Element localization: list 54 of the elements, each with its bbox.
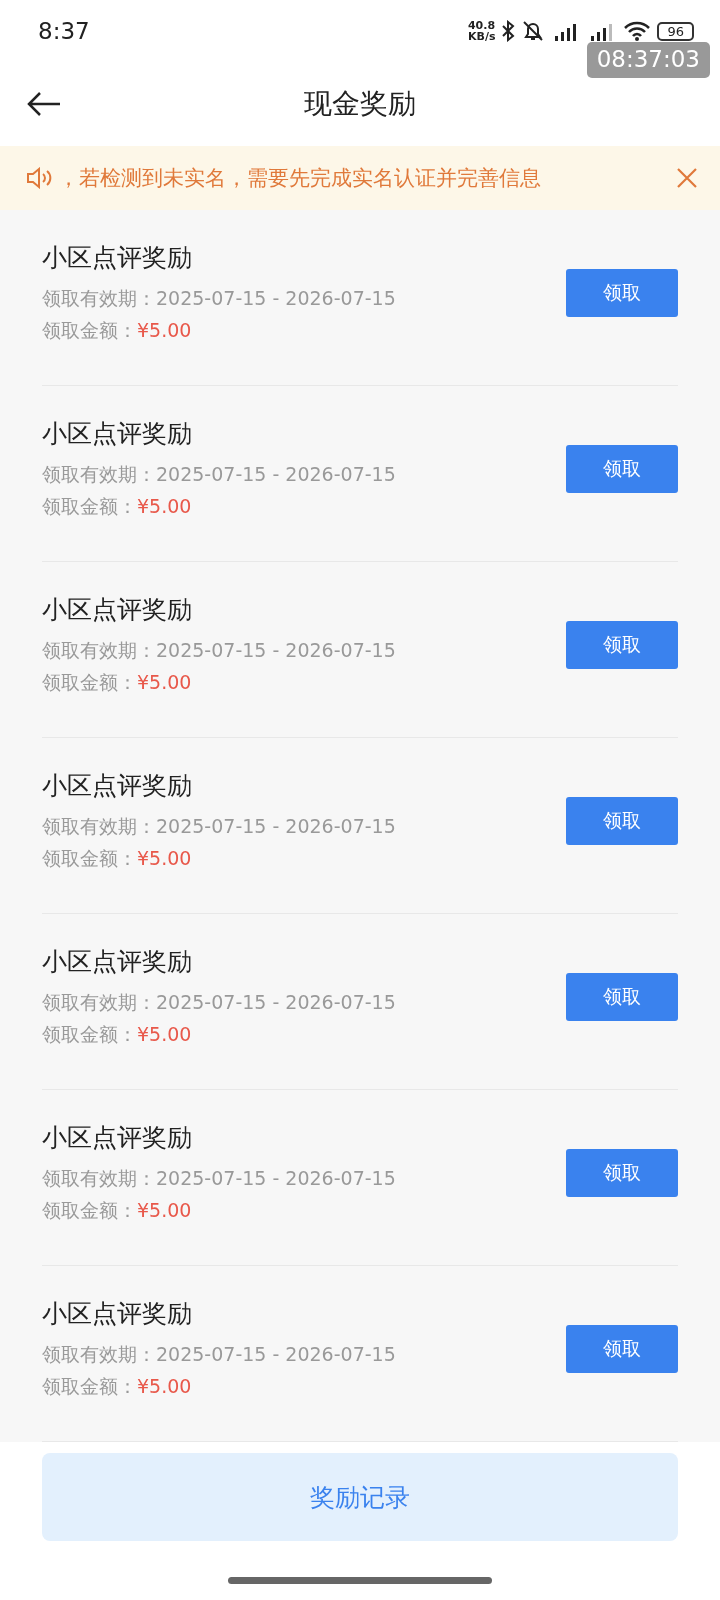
reward-title: 小区点评奖励 xyxy=(42,1122,193,1154)
claim-button[interactable]: 领取 xyxy=(566,620,678,669)
reward-title: 小区点评奖励 xyxy=(42,418,193,450)
validity-label: 领取有效期： xyxy=(42,991,156,1013)
battery-indicator: 96 xyxy=(657,21,694,41)
reward-amount: ¥5.00 xyxy=(137,495,192,517)
reward-amount: ¥5.00 xyxy=(137,1023,192,1045)
reward-amount: ¥5.00 xyxy=(137,847,192,869)
amount-label: 领取金额： xyxy=(42,1199,137,1221)
claim-button[interactable]: 领取 xyxy=(566,1324,678,1373)
recording-clock: 08:37:03 xyxy=(586,42,710,78)
reward-title: 小区点评奖励 xyxy=(42,770,193,802)
amount-label: 领取金额： xyxy=(42,495,137,517)
amount-label: 领取金额： xyxy=(42,319,137,341)
bluetooth-icon xyxy=(501,20,516,42)
network-speed: 40.8 KB/s xyxy=(467,20,496,42)
validity-label: 领取有效期： xyxy=(42,639,156,661)
validity-dates: 2025-07-15 - 2026-07-15 xyxy=(156,1343,396,1365)
reward-title: 小区点评奖励 xyxy=(42,594,193,626)
amount-label: 领取金额： xyxy=(42,1023,137,1045)
reward-title: 小区点评奖励 xyxy=(42,946,193,978)
reward-amount: ¥5.00 xyxy=(137,671,192,693)
validity-label: 领取有效期： xyxy=(42,287,156,309)
reward-amount: ¥5.00 xyxy=(137,1199,192,1221)
validity-label: 领取有效期： xyxy=(42,463,156,485)
amount-label: 领取金额： xyxy=(42,671,137,693)
claim-button[interactable]: 领取 xyxy=(566,796,678,845)
notice-text: ，若检测到未实名，需要先完成实名认证并完善信息 xyxy=(58,165,542,192)
reward-amount: ¥5.00 xyxy=(137,1375,192,1397)
close-icon[interactable] xyxy=(676,167,698,189)
validity-dates: 2025-07-15 - 2026-07-15 xyxy=(156,287,396,309)
validity-label: 领取有效期： xyxy=(42,815,156,837)
claim-button[interactable]: 领取 xyxy=(566,268,678,317)
reward-amount: ¥5.00 xyxy=(137,319,192,341)
claim-button[interactable]: 领取 xyxy=(566,1148,678,1197)
status-time: 8:37 xyxy=(38,18,90,44)
validity-dates: 2025-07-15 - 2026-07-15 xyxy=(156,991,396,1013)
validity-label: 领取有效期： xyxy=(42,1167,156,1189)
validity-dates: 2025-07-15 - 2026-07-15 xyxy=(156,1167,396,1189)
amount-label: 领取金额： xyxy=(42,847,137,869)
validity-dates: 2025-07-15 - 2026-07-15 xyxy=(156,815,396,837)
validity-dates: 2025-07-15 - 2026-07-15 xyxy=(156,463,396,485)
validity-label: 领取有效期： xyxy=(42,1343,156,1365)
back-arrow-icon[interactable] xyxy=(26,91,62,117)
wifi-icon xyxy=(623,20,652,42)
validity-dates: 2025-07-15 - 2026-07-15 xyxy=(156,639,396,661)
reward-records-button[interactable]: 奖励记录 xyxy=(42,1453,678,1541)
speaker-icon xyxy=(26,167,54,189)
page-title: 现金奖励 xyxy=(304,86,416,122)
amount-label: 领取金额： xyxy=(42,1375,137,1397)
claim-button[interactable]: 领取 xyxy=(566,972,678,1021)
reward-title: 小区点评奖励 xyxy=(42,242,193,274)
claim-button[interactable]: 领取 xyxy=(566,444,678,493)
reward-title: 小区点评奖励 xyxy=(42,1298,193,1330)
